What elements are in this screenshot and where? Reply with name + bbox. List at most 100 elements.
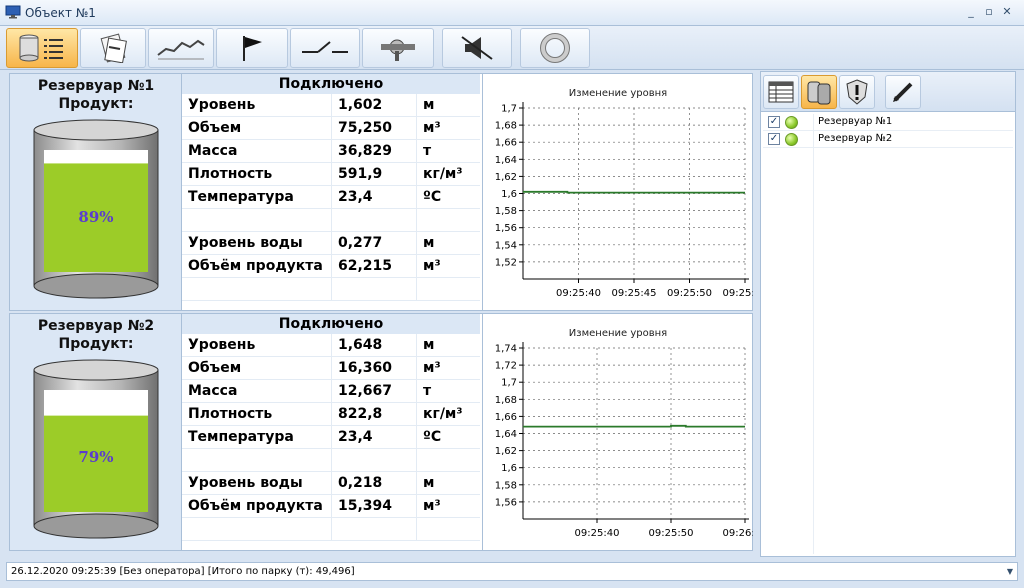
param-unit: м³: [423, 498, 441, 514]
empty-cell: [417, 278, 480, 301]
param-unit: [417, 449, 480, 472]
param-label: Объём продукта: [182, 255, 332, 278]
param-label: Объем: [182, 117, 332, 140]
param-value: 1,648: [332, 334, 417, 357]
param-label: [182, 209, 332, 232]
param-value: 23,4: [332, 426, 417, 449]
param-label: Плотность: [182, 403, 332, 426]
y-tick-label: 1,7: [501, 104, 517, 115]
param-value: 12,667: [332, 380, 417, 403]
param-value: 591,9: [332, 163, 417, 186]
x-tick-label: 09:25:50: [667, 288, 712, 299]
measurements-table: Подключено Уровень 1,648 м Объем 16,360 …: [182, 314, 480, 550]
table-row: Объем 16,360 м³: [182, 357, 480, 380]
table-row: Уровень 1,648 м: [182, 334, 480, 357]
trends-button[interactable]: [148, 28, 214, 68]
list-item[interactable]: ✓ Резервуар №1: [763, 114, 1013, 131]
empty-cell: [417, 518, 480, 541]
alarms-button[interactable]: [839, 75, 875, 109]
param-unit: кг/м³: [423, 406, 463, 422]
object-checkbox[interactable]: ✓: [768, 116, 780, 128]
sound-off-button[interactable]: [442, 28, 512, 68]
objects-toolbar: [761, 72, 1015, 112]
param-unit: ºC: [423, 189, 442, 205]
settings-button[interactable]: [362, 28, 434, 68]
param-value: 15,394: [332, 495, 417, 518]
chart-icon: [157, 39, 205, 60]
tank-gauge: 89%: [33, 119, 159, 299]
param-unit: м: [423, 97, 435, 113]
minimize-button[interactable]: _: [962, 4, 980, 20]
param-label: Плотность: [182, 163, 332, 186]
tools-icon: [381, 39, 415, 61]
level-chart: Изменение уровня 1,56 1,58 1,6 1,62 1,64 1,66…: [482, 314, 767, 550]
status-indicator: [785, 116, 798, 129]
y-tick-label: 1,74: [495, 344, 517, 355]
param-label: Уровень: [182, 334, 332, 357]
tank-gauge: 79%: [33, 359, 159, 539]
object-checkbox[interactable]: ✓: [768, 133, 780, 145]
param-label: Уровень воды: [182, 232, 332, 255]
edit-button[interactable]: [885, 75, 921, 109]
param-unit: м³: [423, 360, 441, 376]
series-line: [523, 424, 745, 428]
y-tick-label: 1,54: [495, 240, 517, 251]
param-label: Масса: [182, 140, 332, 163]
param-value: [332, 449, 417, 472]
chart-title: Изменение уровня: [568, 328, 668, 339]
report-button[interactable]: [80, 28, 146, 68]
fill-percent-text: 79%: [78, 448, 113, 466]
empty-cell: [332, 278, 417, 301]
tanks-filter-button[interactable]: [801, 75, 837, 109]
lifebuoy-icon: [540, 33, 570, 63]
tank-name: Резервуар №2: [37, 318, 155, 334]
table-row: Температура 23,4 ºC: [182, 186, 480, 209]
x-tick-label: 09:25:40: [575, 528, 620, 539]
x-tick-label: 09:26:00: [723, 528, 753, 539]
events-button[interactable]: [216, 28, 288, 68]
tank-visual-column: Резервуар №1 Продукт: 89%: [10, 74, 182, 310]
param-value: 0,277: [332, 232, 417, 255]
y-tick-label: 1,66: [495, 412, 517, 423]
param-label: Уровень воды: [182, 472, 332, 495]
param-value: 62,215: [332, 255, 417, 278]
x-tick-label: 09:25:55: [723, 288, 753, 299]
table-row: Уровень 1,602 м: [182, 94, 480, 117]
y-tick-label: 1,6: [501, 189, 517, 200]
param-label: [182, 449, 332, 472]
param-unit: кг/м³: [423, 166, 463, 182]
table-row: Масса 36,829 т: [182, 140, 480, 163]
list-item[interactable]: ✓ Резервуар №2: [763, 131, 1013, 148]
table-row: Плотность 591,9 кг/м³: [182, 163, 480, 186]
empty-cell: [332, 518, 417, 541]
y-tick-label: 1,64: [495, 429, 517, 440]
table-row: [182, 518, 480, 541]
x-tick-label: 09:25:40: [556, 288, 601, 299]
report-icon: [100, 33, 127, 63]
help-button[interactable]: [520, 28, 590, 68]
param-unit: м: [423, 337, 435, 353]
relay-button[interactable]: [290, 28, 360, 68]
table-row: [182, 209, 480, 232]
tanks-view-button[interactable]: [6, 28, 78, 68]
table-row: Уровень воды 0,218 м: [182, 472, 480, 495]
param-value: 36,829: [332, 140, 417, 163]
tank-panel: Резервуар №2 Продукт: 79% Подключено Уро…: [9, 313, 767, 551]
param-value: 75,250: [332, 117, 417, 140]
x-tick-label: 09:25:45: [612, 288, 657, 299]
param-unit: т: [423, 383, 432, 399]
alert-shield-icon: [846, 79, 868, 105]
table-row: Объем 75,250 м³: [182, 117, 480, 140]
status-text: 26.12.2020 09:25:39 [Без оператора] [Ито…: [11, 566, 355, 577]
tank-visual-column: Резервуар №2 Продукт: 79%: [10, 314, 182, 550]
param-label: Объем: [182, 357, 332, 380]
main-toolbar: [0, 26, 1024, 70]
mute-icon: [461, 36, 493, 60]
close-button[interactable]: ✕: [998, 4, 1016, 20]
dropdown-arrow-icon[interactable]: ▼: [1007, 567, 1013, 576]
param-unit: м: [423, 235, 435, 251]
table-view-button[interactable]: [763, 75, 799, 109]
maximize-button[interactable]: ▫: [980, 4, 998, 20]
param-value: 0,218: [332, 472, 417, 495]
y-tick-label: 1,56: [495, 223, 517, 234]
